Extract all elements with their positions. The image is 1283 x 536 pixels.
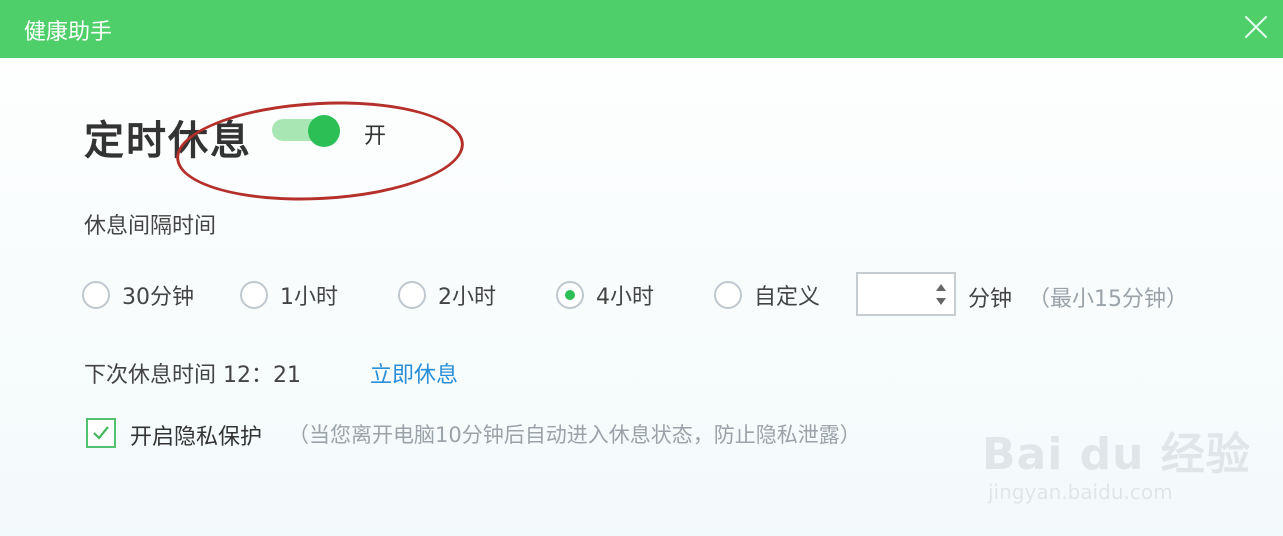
radio-circle-icon: [240, 281, 268, 309]
radio-4hour[interactable]: 4小时: [556, 279, 654, 311]
custom-hint: （最小15分钟）: [1028, 287, 1188, 312]
privacy-label: 开启隐私保护: [130, 425, 263, 450]
custom-unit-label: 分钟: [968, 287, 1013, 312]
watermark-url: jingyan.baidu.com: [988, 480, 1173, 504]
radio-30min[interactable]: 30分钟: [82, 279, 194, 311]
stepper-down-icon[interactable]: [936, 298, 946, 305]
custom-minutes-input[interactable]: [864, 280, 936, 310]
title-bar: 健康助手: [0, 0, 1283, 58]
radio-2hour[interactable]: 2小时: [398, 279, 496, 311]
privacy-hint: （当您离开电脑10分钟后自动进入休息状态，防止隐私泄露）: [288, 423, 861, 447]
close-icon[interactable]: [1241, 12, 1271, 42]
radio-label: 自定义: [754, 285, 821, 310]
radio-custom[interactable]: 自定义: [714, 279, 820, 311]
radio-label: 30分钟: [122, 285, 194, 310]
baidu-watermark: Bai du 经验 jingyan.baidu.com: [982, 398, 1252, 508]
stepper-arrows[interactable]: [936, 282, 946, 308]
check-icon: [93, 426, 109, 440]
window-title: 健康助手: [24, 20, 113, 45]
radio-circle-icon: [398, 281, 426, 309]
rest-now-link[interactable]: 立即休息: [370, 357, 458, 389]
radio-selected-icon: [556, 281, 584, 309]
radio-circle-icon: [714, 281, 742, 309]
interval-label: 休息间隔时间: [84, 214, 217, 239]
radio-label: 1小时: [280, 285, 338, 310]
watermark-brand: Bai du 经验: [982, 429, 1251, 480]
next-break-time: 下次休息时间 12：21: [84, 363, 301, 388]
radio-1hour[interactable]: 1小时: [240, 279, 338, 311]
radio-label: 4小时: [596, 285, 654, 310]
privacy-checkbox[interactable]: [86, 418, 116, 448]
radio-circle-icon: [82, 281, 110, 309]
custom-minutes-stepper[interactable]: [856, 272, 956, 316]
stepper-up-icon[interactable]: [936, 284, 946, 291]
health-assistant-window: 健康助手 定时休息 开 休息间隔时间 30分钟 1小时 2小时 4小时 自定义 …: [0, 0, 1283, 536]
radio-label: 2小时: [438, 285, 496, 310]
